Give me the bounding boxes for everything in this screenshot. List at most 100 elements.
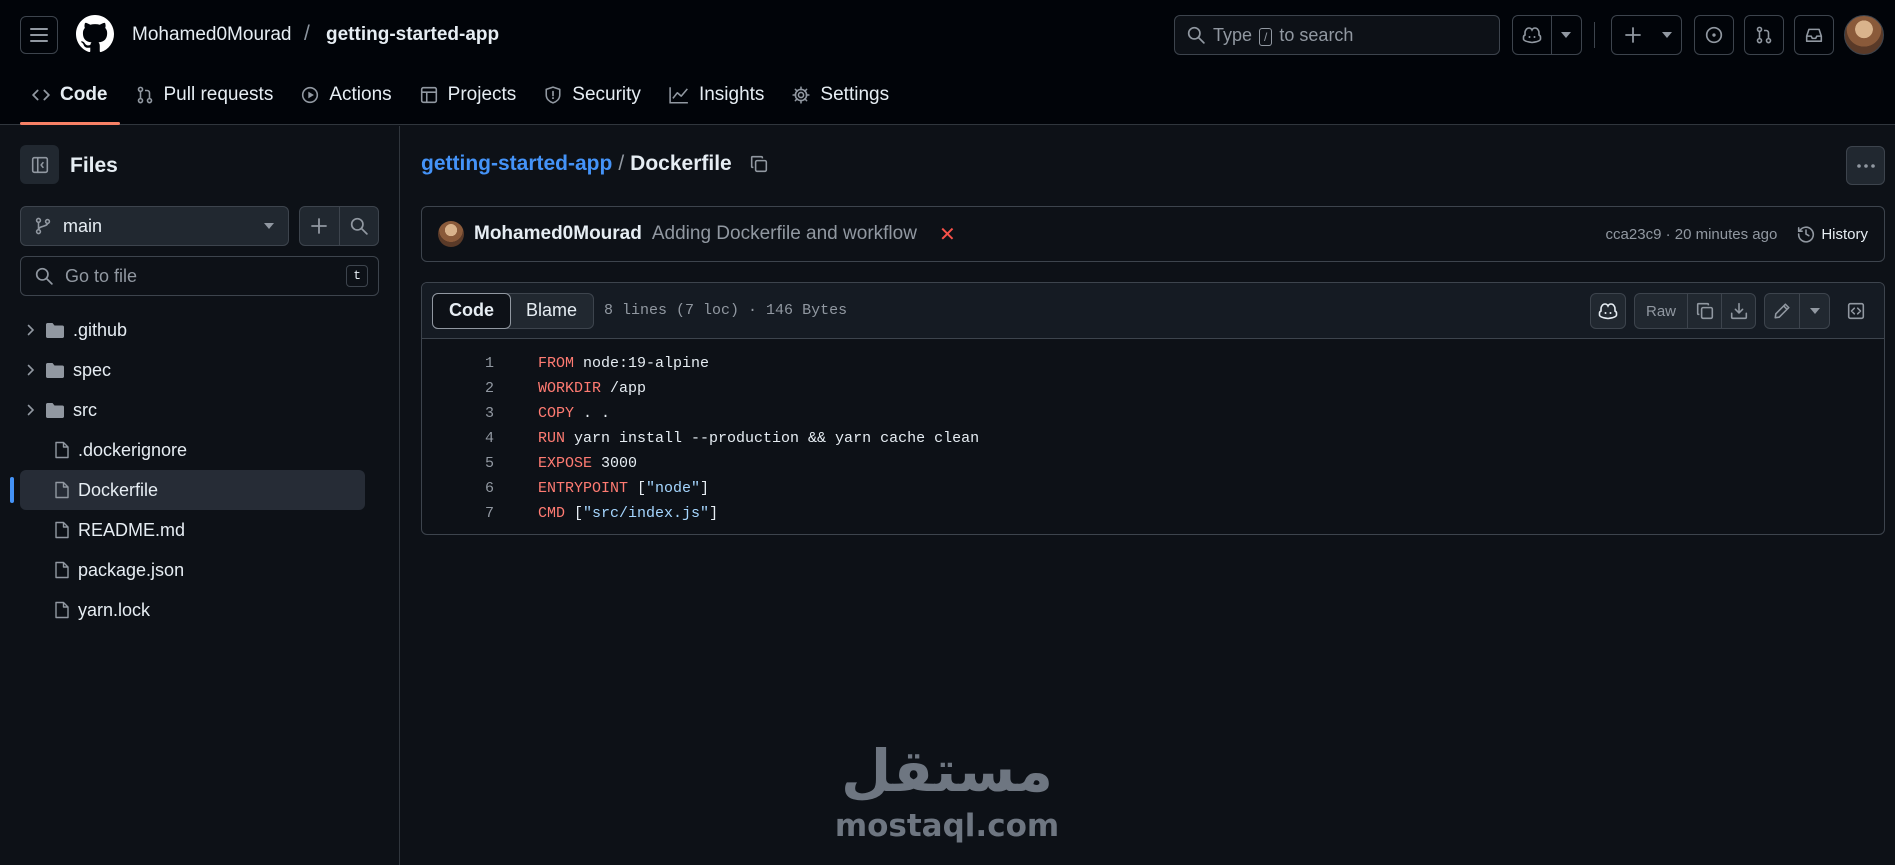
code-line: 5 EXPOSE 3000: [422, 451, 1884, 476]
watermark-arabic: مستقل: [840, 737, 1054, 805]
line-number[interactable]: 6: [422, 480, 494, 497]
tree-item-label: .github: [73, 319, 128, 340]
tab-projects[interactable]: Projects: [408, 70, 529, 120]
tab-label: Pull requests: [163, 84, 274, 105]
tree-item-label: spec: [73, 359, 112, 380]
tab-settings[interactable]: Settings: [780, 70, 901, 120]
breadcrumb-separator: /: [304, 22, 310, 45]
create-dropdown[interactable]: [1653, 16, 1681, 54]
code-blame-toggle: Code Blame: [432, 292, 595, 329]
raw-button[interactable]: Raw: [1635, 294, 1687, 328]
file-tree-sidebar: Files main Go to file t .github spec src…: [0, 126, 400, 865]
github-logo-icon[interactable]: [76, 15, 114, 53]
line-number[interactable]: 5: [422, 455, 494, 472]
collapse-sidebar-button[interactable]: [20, 145, 59, 184]
commit-status-failed-icon[interactable]: ✕: [939, 222, 956, 247]
search-files-button[interactable]: [338, 207, 379, 245]
tab-label: Security: [572, 84, 641, 105]
tree-item-package-json[interactable]: package.json: [20, 550, 365, 590]
commit-message[interactable]: Adding Dockerfile and workflow: [652, 223, 917, 245]
tab-insights[interactable]: Insights: [657, 70, 776, 120]
inbox-button[interactable]: [1794, 15, 1834, 55]
tree-item-readme[interactable]: README.md: [20, 510, 365, 550]
plus-icon: [1624, 27, 1641, 43]
caret-down-icon: [1561, 32, 1572, 38]
line-number[interactable]: 4: [422, 430, 494, 447]
commit-author-avatar[interactable]: [438, 221, 464, 247]
plus-icon: [311, 218, 328, 234]
tree-item-dockerfile[interactable]: Dockerfile: [10, 470, 365, 510]
edit-dropdown[interactable]: [1799, 294, 1829, 328]
files-heading: Files: [70, 154, 118, 177]
code-line: 2 WORKDIR /app: [422, 376, 1884, 401]
file-actions: Raw: [1589, 293, 1874, 329]
folder-icon: [45, 322, 65, 339]
code-line: 7 CMD ["src/index.js"]: [422, 501, 1884, 526]
add-file-button[interactable]: [300, 207, 339, 245]
line-number[interactable]: 3: [422, 405, 494, 422]
tree-item-label: src: [73, 399, 97, 420]
copilot-dropdown-button[interactable]: [1552, 16, 1581, 54]
table-icon: [420, 86, 437, 104]
tab-actions[interactable]: Actions: [289, 70, 403, 120]
pull-requests-button[interactable]: [1744, 15, 1784, 55]
commit-author[interactable]: Mohamed0Mourad: [474, 223, 642, 245]
graph-icon: [669, 87, 688, 104]
edit-file-button[interactable]: [1765, 294, 1799, 328]
breadcrumb-repo[interactable]: getting-started-app: [326, 24, 499, 46]
tab-code[interactable]: Code: [20, 70, 120, 125]
issue-opened-icon: [1705, 26, 1723, 44]
create-new-button[interactable]: [1611, 15, 1682, 55]
chevron-right-icon[interactable]: [21, 404, 41, 416]
file-icon: [54, 441, 70, 459]
copilot-ask-button[interactable]: [1589, 293, 1626, 329]
hamburger-icon: [30, 28, 48, 42]
history-icon: [1798, 226, 1815, 243]
menu-button[interactable]: [20, 16, 58, 54]
tree-item-src[interactable]: src: [20, 390, 365, 430]
copy-path-button[interactable]: [750, 155, 768, 173]
copy-raw-button[interactable]: [1687, 294, 1721, 328]
line-number[interactable]: 7: [422, 505, 494, 522]
copilot-icon: [1598, 303, 1618, 320]
more-options-button[interactable]: [1846, 146, 1885, 185]
tree-item-yarn-lock[interactable]: yarn.lock: [20, 590, 365, 630]
tab-pull-requests[interactable]: Pull requests: [124, 70, 286, 120]
play-icon: [302, 86, 319, 104]
search-placeholder: Type / to search: [1213, 24, 1354, 46]
tree-item-label: .dockerignore: [78, 439, 188, 460]
breadcrumb-owner[interactable]: Mohamed0Mourad: [132, 24, 291, 46]
search-icon: [350, 217, 368, 235]
folder-icon: [45, 402, 65, 419]
inbox-icon: [1805, 28, 1823, 42]
line-number[interactable]: 2: [422, 380, 494, 397]
plus-button[interactable]: [1612, 16, 1653, 54]
history-label: History: [1821, 225, 1868, 243]
issues-button[interactable]: [1694, 15, 1734, 55]
breadcrumb-repo-link[interactable]: getting-started-app: [421, 152, 612, 176]
tree-item-github[interactable]: .github: [20, 310, 365, 350]
code-icon: [32, 89, 50, 101]
commit-meta[interactable]: cca23c9 · 20 minutes ago: [1606, 226, 1778, 243]
copilot-button-group[interactable]: [1512, 15, 1582, 55]
branch-select-button[interactable]: main: [20, 206, 289, 246]
global-search-input[interactable]: Type / to search: [1174, 15, 1500, 55]
history-button[interactable]: History: [1797, 225, 1868, 243]
copilot-button[interactable]: [1513, 16, 1552, 54]
tab-code-view[interactable]: Code: [432, 292, 511, 329]
tab-blame-view[interactable]: Blame: [510, 294, 593, 328]
code-lines[interactable]: 1 FROM node:19-alpine 2 WORKDIR /app 3 COPY…: [422, 339, 1884, 526]
symbols-panel-button[interactable]: [1838, 293, 1874, 329]
tree-item-dockerignore[interactable]: .dockerignore: [20, 430, 365, 470]
tree-item-label: README.md: [78, 519, 186, 540]
tree-item-spec[interactable]: spec: [20, 350, 365, 390]
chevron-right-icon[interactable]: [21, 324, 41, 336]
chevron-right-icon[interactable]: [21, 364, 41, 376]
go-to-file-input[interactable]: Go to file t: [20, 256, 379, 296]
tab-security[interactable]: Security: [532, 70, 653, 120]
line-number[interactable]: 1: [422, 355, 494, 372]
breadcrumb-separator: /: [618, 152, 625, 175]
download-button[interactable]: [1721, 294, 1755, 328]
user-avatar[interactable]: [1844, 15, 1884, 55]
tab-label: Insights: [698, 84, 765, 105]
